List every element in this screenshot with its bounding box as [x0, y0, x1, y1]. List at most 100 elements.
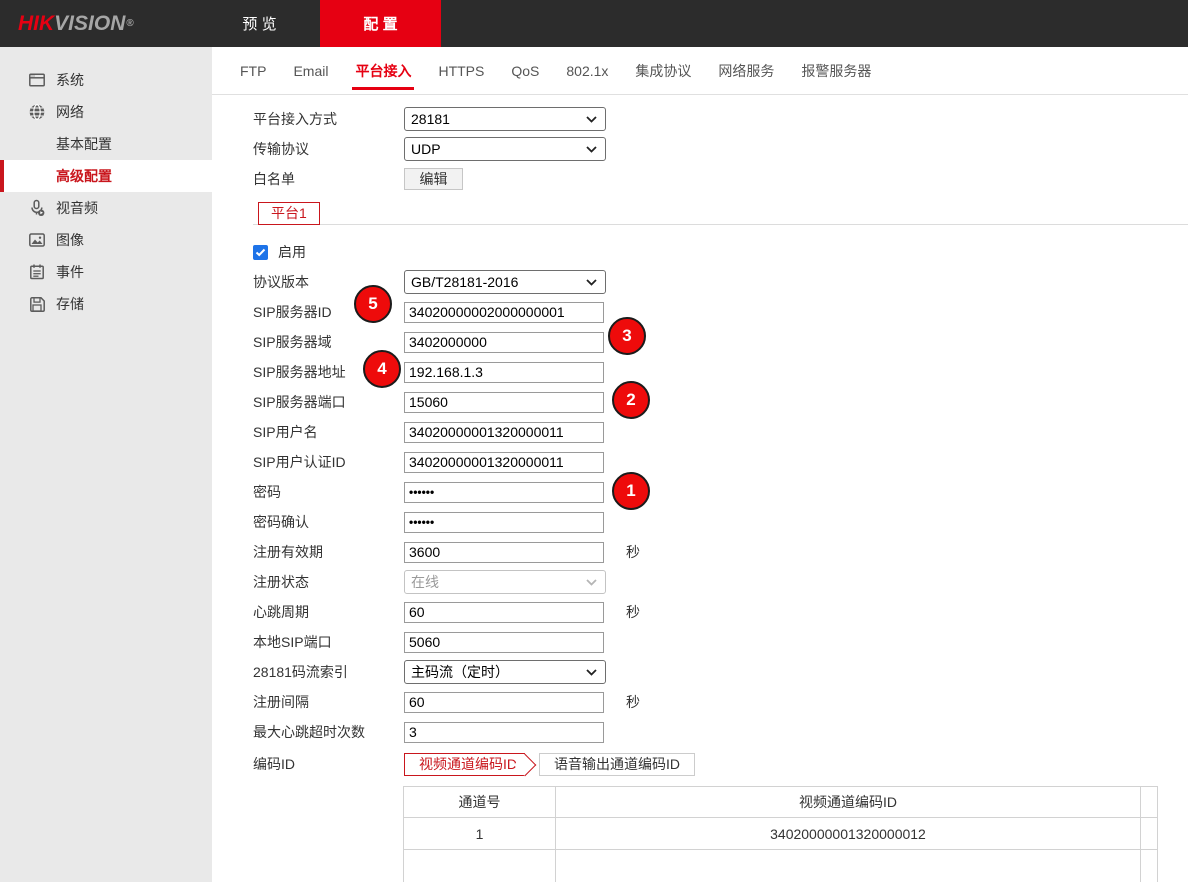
registration-status-label: 注册状态 — [253, 572, 404, 592]
sidebar-item-label: 存储 — [56, 294, 84, 314]
sidebar-item-system[interactable]: 系统 — [0, 64, 212, 96]
stream-index-label: 28181码流索引 — [253, 662, 404, 682]
heartbeat-period-input[interactable] — [404, 602, 604, 623]
sip-server-port-input[interactable] — [404, 392, 604, 413]
sip-server-id-input[interactable] — [404, 302, 604, 323]
tab-network-service[interactable]: 网络服务 — [718, 47, 774, 94]
sidebar-item-label: 事件 — [56, 262, 84, 282]
nav-tab-preview[interactable]: 预 览 — [212, 0, 307, 47]
channel-number-header: 通道号 — [404, 787, 556, 818]
sidebar: 系统 网络 基本配置 高级配置 视音频 图像 — [0, 47, 212, 882]
form-row-sip-server-domain: SIP服务器域 3 — [253, 327, 1188, 357]
sidebar-item-network[interactable]: 网络 — [0, 96, 212, 128]
form-row-local-sip-port: 本地SIP端口 — [253, 627, 1188, 657]
tab-video-channel-encoding-id[interactable]: 视频通道编码ID — [404, 753, 525, 776]
sidebar-item-label: 图像 — [56, 230, 84, 250]
sip-server-domain-label: SIP服务器域 — [253, 332, 404, 352]
table-scroll-spacer — [1141, 787, 1158, 818]
registration-validity-input[interactable] — [404, 542, 604, 563]
password-confirm-input[interactable] — [404, 512, 604, 533]
form-row-enable: 启用 — [253, 237, 1188, 267]
max-heartbeat-timeout-label: 最大心跳超时次数 — [253, 722, 404, 742]
enable-checkbox[interactable] — [253, 245, 268, 260]
form-row-max-heartbeat-timeout: 最大心跳超时次数 — [253, 717, 1188, 747]
nav-tab-configuration[interactable]: 配 置 — [320, 0, 441, 47]
top-bar: HIKVISION® 预 览 配 置 — [0, 0, 1188, 47]
local-sip-port-input[interactable] — [404, 632, 604, 653]
sidebar-item-storage[interactable]: 存储 — [0, 288, 212, 320]
max-heartbeat-timeout-input[interactable] — [404, 722, 604, 743]
seconds-unit-label: 秒 — [626, 692, 640, 712]
sidebar-item-basic-config[interactable]: 基本配置 — [0, 128, 212, 160]
form-row-registration-status: 注册状态 在线 — [253, 567, 1188, 597]
protocol-version-select[interactable]: GB/T28181-2016 — [404, 270, 606, 294]
registration-interval-label: 注册间隔 — [253, 692, 404, 712]
transport-select[interactable]: UDP — [404, 137, 606, 161]
sidebar-item-label: 基本配置 — [56, 134, 112, 154]
select-value: UDP — [411, 141, 441, 157]
tab-integration-protocol[interactable]: 集成协议 — [635, 47, 691, 94]
tab-qos[interactable]: QoS — [511, 47, 539, 94]
logo-registered-mark: ® — [126, 18, 133, 29]
table-row[interactable]: 1 34020000001320000012 — [404, 818, 1158, 850]
tab-platform-access[interactable]: 平台接入 — [355, 47, 411, 94]
chevron-down-icon — [586, 279, 597, 286]
chevron-down-icon — [586, 669, 597, 676]
encoding-id-tabs: 视频通道编码ID 语音输出通道编码ID — [404, 753, 695, 776]
table-scroll-spacer — [1141, 850, 1158, 882]
table-row-empty — [404, 850, 1158, 882]
platform-access-form: 平台接入方式 28181 传输协议 UDP 白名单 编辑 平台1 — [212, 95, 1188, 882]
heartbeat-period-label: 心跳周期 — [253, 602, 404, 622]
tab-email[interactable]: Email — [293, 47, 328, 94]
whitelist-edit-button[interactable]: 编辑 — [404, 168, 463, 190]
video-channel-encoding-id-header: 视频通道编码ID — [556, 787, 1141, 818]
sidebar-item-event[interactable]: 事件 — [0, 256, 212, 288]
chevron-down-icon — [586, 146, 597, 153]
select-value: 28181 — [411, 111, 450, 127]
select-value: 主码流（定时） — [411, 662, 509, 682]
form-row-sip-server-id: SIP服务器ID 5 — [253, 297, 1188, 327]
form-row-registration-interval: 注册间隔 秒 — [253, 687, 1188, 717]
password-input[interactable] — [404, 482, 604, 503]
stream-index-select[interactable]: 主码流（定时） — [404, 660, 606, 684]
tab-alarm-server[interactable]: 报警服务器 — [801, 47, 871, 94]
tab-https[interactable]: HTTPS — [438, 47, 484, 94]
sip-username-label: SIP用户名 — [253, 422, 404, 442]
sidebar-item-image[interactable]: 图像 — [0, 224, 212, 256]
sip-server-domain-input[interactable] — [404, 332, 604, 353]
tab-ftp[interactable]: FTP — [240, 47, 266, 94]
password-label: 密码 — [253, 482, 404, 502]
seconds-unit-label: 秒 — [626, 542, 640, 562]
network-icon — [28, 103, 46, 121]
registration-interval-input[interactable] — [404, 692, 604, 713]
sip-username-input[interactable] — [404, 422, 604, 443]
platform-mode-select[interactable]: 28181 — [404, 107, 606, 131]
storage-icon — [28, 295, 46, 313]
select-value: GB/T28181-2016 — [411, 274, 518, 290]
tab-audio-output-channel-encoding-id[interactable]: 语音输出通道编码ID — [539, 753, 695, 776]
annotation-badge-2: 2 — [612, 381, 650, 419]
logo-hik: HIK — [18, 12, 54, 36]
sip-auth-id-label: SIP用户认证ID — [253, 452, 404, 472]
sidebar-item-audio-video[interactable]: 视音频 — [0, 192, 212, 224]
sidebar-item-label: 高级配置 — [56, 166, 112, 186]
chevron-down-icon — [586, 116, 597, 123]
event-icon — [28, 263, 46, 281]
annotation-badge-3: 3 — [608, 317, 646, 355]
seconds-unit-label: 秒 — [626, 602, 640, 622]
sip-auth-id-input[interactable] — [404, 452, 604, 473]
local-sip-port-label: 本地SIP端口 — [253, 632, 404, 652]
platform-tab-strip: 平台1 — [253, 202, 1188, 225]
tab-platform-1[interactable]: 平台1 — [258, 202, 320, 225]
sip-server-address-input[interactable] — [404, 362, 604, 383]
transport-label: 传输协议 — [253, 139, 404, 159]
form-row-heartbeat-period: 心跳周期 秒 — [253, 597, 1188, 627]
form-row-encoding-id: 编码ID 视频通道编码ID 语音输出通道编码ID — [253, 747, 1188, 781]
form-row-sip-username: SIP用户名 — [253, 417, 1188, 447]
table-header-row: 通道号 视频通道编码ID — [404, 787, 1158, 818]
registration-validity-label: 注册有效期 — [253, 542, 404, 562]
audio-video-icon — [28, 199, 46, 217]
tab-8021x[interactable]: 802.1x — [566, 47, 608, 94]
sidebar-item-advanced-config[interactable]: 高级配置 — [0, 160, 212, 192]
chevron-down-icon — [586, 579, 597, 586]
